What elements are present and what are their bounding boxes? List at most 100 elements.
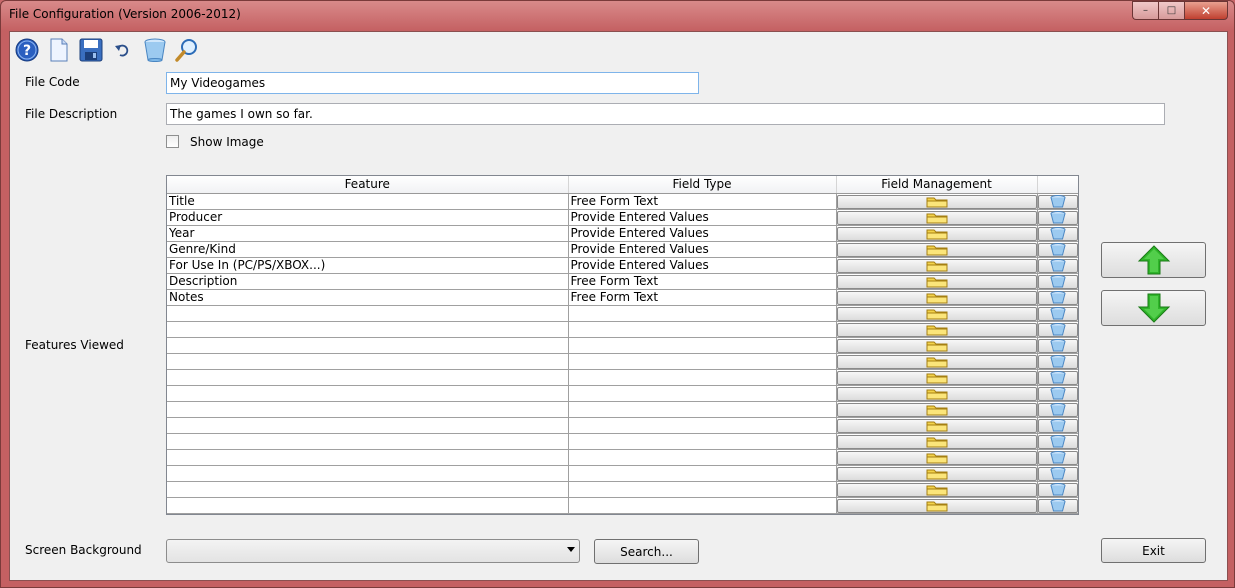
features-grid[interactable]: Feature Field Type Field Management Titl… [166, 175, 1079, 515]
field-type-cell[interactable]: Provide Entered Values [568, 209, 837, 226]
field-type-cell[interactable]: Provide Entered Values [568, 225, 837, 242]
field-type-cell[interactable]: Provide Entered Values [568, 241, 837, 258]
field-management-button[interactable] [836, 354, 1036, 368]
field-type-cell[interactable] [568, 481, 837, 498]
field-type-cell[interactable] [568, 305, 837, 322]
feature-cell[interactable]: Notes [167, 289, 569, 306]
field-management-button[interactable] [836, 322, 1036, 336]
minimize-button[interactable]: – [1132, 1, 1158, 20]
field-type-cell[interactable] [568, 385, 837, 402]
delete-row-button[interactable] [1037, 450, 1077, 464]
delete-row-button[interactable] [1037, 498, 1077, 512]
feature-cell[interactable] [167, 369, 569, 386]
feature-cell[interactable] [167, 337, 569, 354]
delete-row-button[interactable] [1037, 338, 1077, 352]
table-row[interactable] [167, 369, 1078, 386]
feature-cell[interactable] [167, 497, 569, 514]
feature-cell[interactable] [167, 385, 569, 402]
delete-row-button[interactable] [1037, 402, 1077, 416]
move-down-button[interactable] [1101, 290, 1206, 326]
field-management-button[interactable] [836, 338, 1036, 352]
table-row[interactable] [167, 353, 1078, 370]
feature-cell[interactable]: Description [167, 273, 569, 290]
table-row[interactable] [167, 385, 1078, 402]
delete-row-button[interactable] [1037, 386, 1077, 400]
delete-row-button[interactable] [1037, 466, 1077, 480]
table-row[interactable]: Title Free Form Text [167, 193, 1078, 210]
field-type-cell[interactable] [568, 449, 837, 466]
column-header-field-management[interactable]: Field Management [836, 176, 1038, 194]
table-row[interactable]: For Use In (PC/PS/XBOX...) Provide Entere… [167, 257, 1078, 274]
table-row[interactable]: Producer Provide Entered Values [167, 209, 1078, 226]
table-row[interactable] [167, 465, 1078, 482]
field-management-button[interactable] [836, 482, 1036, 496]
field-management-button[interactable] [836, 290, 1036, 304]
field-management-button[interactable] [836, 194, 1036, 208]
delete-row-button[interactable] [1037, 194, 1077, 208]
field-type-cell[interactable] [568, 497, 837, 514]
feature-cell[interactable] [167, 353, 569, 370]
delete-row-button[interactable] [1037, 370, 1077, 384]
feature-cell[interactable] [167, 481, 569, 498]
screen-background-select[interactable] [166, 539, 580, 563]
field-management-button[interactable] [836, 386, 1036, 400]
column-header-feature[interactable]: Feature [167, 176, 569, 194]
delete-row-button[interactable] [1037, 242, 1077, 256]
feature-cell[interactable] [167, 305, 569, 322]
new-document-button[interactable] [46, 37, 72, 63]
feature-cell[interactable] [167, 433, 569, 450]
field-management-button[interactable] [836, 402, 1036, 416]
table-row[interactable] [167, 305, 1078, 322]
delete-row-button[interactable] [1037, 322, 1077, 336]
search-background-button[interactable]: Search... [594, 539, 699, 564]
table-row[interactable] [167, 401, 1078, 418]
file-code-input[interactable]: My Videogames [166, 72, 699, 94]
feature-cell[interactable] [167, 321, 569, 338]
title-bar[interactable]: File Configuration (Version 2006-2012) –… [1, 1, 1234, 29]
field-management-button[interactable] [836, 418, 1036, 432]
column-header-field-type[interactable]: Field Type [568, 176, 837, 194]
help-button[interactable]: ? [14, 37, 40, 63]
delete-row-button[interactable] [1037, 482, 1077, 496]
table-row[interactable] [167, 497, 1078, 514]
field-management-button[interactable] [836, 210, 1036, 224]
feature-cell[interactable]: Producer [167, 209, 569, 226]
table-row[interactable] [167, 433, 1078, 450]
delete-row-button[interactable] [1037, 354, 1077, 368]
delete-button[interactable] [142, 37, 168, 63]
field-management-button[interactable] [836, 370, 1036, 384]
feature-cell[interactable] [167, 449, 569, 466]
field-type-cell[interactable] [568, 417, 837, 434]
close-button[interactable]: ✕ [1184, 1, 1228, 20]
feature-cell[interactable]: Year [167, 225, 569, 242]
field-type-cell[interactable]: Free Form Text [568, 289, 837, 306]
field-type-cell[interactable]: Free Form Text [568, 273, 837, 290]
field-type-cell[interactable] [568, 433, 837, 450]
delete-row-button[interactable] [1037, 290, 1077, 304]
show-image-checkbox[interactable] [166, 135, 179, 148]
field-management-button[interactable] [836, 434, 1036, 448]
feature-cell[interactable] [167, 465, 569, 482]
field-management-button[interactable] [836, 242, 1036, 256]
feature-cell[interactable]: Title [167, 193, 569, 210]
feature-cell[interactable] [167, 401, 569, 418]
table-row[interactable] [167, 417, 1078, 434]
delete-row-button[interactable] [1037, 306, 1077, 320]
field-management-button[interactable] [836, 226, 1036, 240]
delete-row-button[interactable] [1037, 274, 1077, 288]
field-management-button[interactable] [836, 274, 1036, 288]
field-management-button[interactable] [836, 450, 1036, 464]
table-row[interactable] [167, 321, 1078, 338]
file-description-input[interactable]: The games I own so far. [166, 103, 1165, 125]
field-type-cell[interactable] [568, 369, 837, 386]
delete-row-button[interactable] [1037, 226, 1077, 240]
maximize-button[interactable]: □ [1158, 1, 1184, 20]
field-management-button[interactable] [836, 466, 1036, 480]
table-row[interactable] [167, 337, 1078, 354]
field-type-cell[interactable] [568, 321, 837, 338]
delete-row-button[interactable] [1037, 210, 1077, 224]
table-row[interactable]: Notes Free Form Text [167, 289, 1078, 306]
move-up-button[interactable] [1101, 242, 1206, 278]
exit-button[interactable]: Exit [1101, 538, 1206, 563]
delete-row-button[interactable] [1037, 434, 1077, 448]
